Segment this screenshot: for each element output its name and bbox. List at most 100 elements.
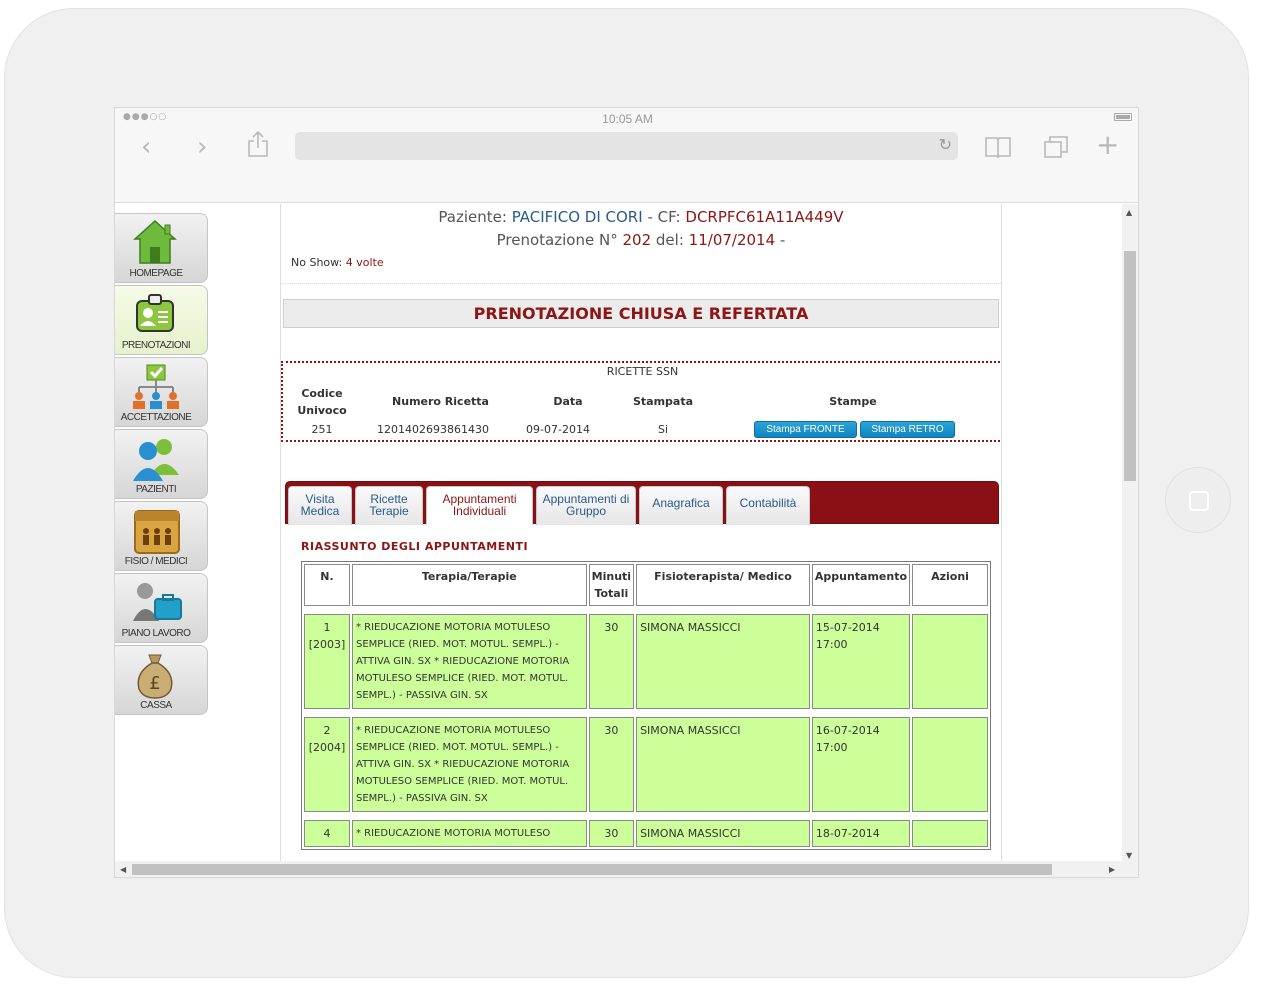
header-data: Data [553, 395, 583, 408]
ricette-title: RICETTE SSN [606, 365, 679, 378]
actions-cell[interactable] [912, 717, 988, 812]
menu-prenotazioni[interactable]: PRENOTAZIONI [115, 285, 208, 355]
menu-piano-lavoro[interactable]: PIANO LAVORO [115, 573, 208, 643]
menu-accettazione[interactable]: ACCETTAZIONE [115, 357, 208, 427]
svg-text:£: £ [149, 673, 160, 694]
patient-header: Paziente: PACIFICO DI CORI - CF: DCRPFC6… [281, 204, 1001, 252]
data-value: 09-07-2014 [526, 423, 590, 436]
prenotazione-label: Prenotazione N° [496, 231, 618, 249]
appointment-time: 17:00 [815, 741, 848, 754]
status-banner: PRENOTAZIONE CHIUSA E REFERTATA [283, 299, 999, 328]
menu-fisio-medici[interactable]: FISIO / MEDICI [115, 501, 208, 571]
table-header-row: N. Terapia/Terapie Minuti Totali Fisiote… [304, 564, 988, 606]
money-bag-icon: £ [137, 654, 173, 699]
new-tab-icon[interactable]: + [1096, 130, 1119, 160]
row-number: 2 [323, 724, 331, 737]
menu-pazienti[interactable]: PAZIENTI [115, 429, 208, 499]
scroll-left-icon[interactable]: ◀ [120, 865, 126, 874]
org-chart-icon [133, 364, 179, 409]
therapy-cell: * RIEDUCAZIONE MOTORIA MOTULESO SEMPLICE… [351, 717, 587, 812]
appointments-table: N. Terapia/Terapie Minuti Totali Fisiote… [301, 561, 991, 850]
stampa-retro-button[interactable]: Stampa RETRO [860, 421, 955, 438]
vertical-scrollbar[interactable]: ▲ ▼ [1122, 204, 1138, 864]
therapist-cell: SIMONA MASSICCI [636, 614, 810, 709]
codice-value: 251 [311, 423, 333, 436]
browser-toolbar: ●●●○○ 10:05 AM ‹ › ↻ + [115, 108, 1138, 203]
battery-icon [1114, 113, 1132, 121]
table-row: 4 * RIEDUCAZIONE MOTORIA MOTULESO 30 SIM… [304, 820, 988, 847]
tab-appuntamenti-gruppo[interactable]: Appuntamenti di Gruppo [536, 486, 636, 525]
col-n: N. [304, 564, 350, 606]
row-number-cell: 4 [304, 820, 350, 847]
home-icon [133, 219, 177, 264]
back-icon[interactable]: ‹ [141, 132, 151, 162]
prenotazione-number: 202 [622, 231, 652, 249]
bookmarks-icon[interactable] [985, 135, 1011, 165]
cf-label: - CF: [647, 208, 681, 226]
header-stampata: Stampata [632, 395, 694, 408]
col-terapia: Terapia/Terapie [351, 564, 587, 606]
col-minuti: Minuti Totali [588, 564, 635, 606]
no-show-info: No Show: 4 volte [281, 256, 1001, 284]
home-square-icon [1189, 491, 1209, 511]
appointment-date: 15-07-2014 [815, 621, 880, 634]
therapy-cell: * RIEDUCAZIONE MOTORIA MOTULESO [351, 820, 587, 847]
patient-label: Paziente: [438, 208, 507, 226]
minutes-cell: 30 [588, 717, 635, 812]
row-code: [2003] [308, 638, 346, 651]
share-icon[interactable] [247, 130, 269, 165]
actions-cell[interactable] [912, 614, 988, 709]
appointment-time: 17:00 [815, 638, 848, 651]
actions-cell[interactable] [912, 820, 988, 847]
tab-ricette-terapie[interactable]: Ricette Terapie [355, 486, 423, 525]
col-appuntamento: Appuntamento [811, 564, 911, 606]
appointment-cell: 18-07-2014 [811, 820, 911, 847]
row-number-cell: 2 [2004] [304, 717, 350, 812]
header-dash: - [779, 231, 786, 249]
menu-cassa[interactable]: £ CASSA [115, 645, 208, 715]
scroll-up-icon[interactable]: ▲ [1126, 208, 1132, 217]
appointment-cell: 15-07-2014 17:00 [811, 614, 911, 709]
tablet-screen: ●●●○○ 10:05 AM ‹ › ↻ + HOMEPAGE PRENOTAZ… [114, 107, 1139, 878]
row-number-cell: 1 [2003] [304, 614, 350, 709]
menu-label: PIANO LAVORO [121, 628, 191, 639]
patient-name: PACIFICO DI CORI [511, 208, 643, 226]
menu-label: ACCETTAZIONE [120, 412, 192, 423]
tab-appuntamenti-individuali[interactable]: Appuntamenti Individuali [426, 486, 533, 525]
ricette-ssn-box: RICETTE SSN Codice Univoco Numero Ricett… [281, 361, 1001, 442]
scroll-right-icon[interactable]: ▶ [1109, 865, 1115, 874]
menu-homepage[interactable]: HOMEPAGE [115, 213, 208, 283]
tab-bar: Visita Medica Ricette Terapie Appuntamen… [285, 481, 999, 525]
status-clock: 10:05 AM [602, 112, 653, 126]
therapist-cell: SIMONA MASSICCI [636, 820, 810, 847]
tab-visita-medica[interactable]: Visita Medica [288, 486, 352, 525]
staff-icon [134, 510, 180, 554]
horizontal-scrollbar[interactable]: ◀ ▶ [115, 861, 1138, 877]
address-bar[interactable]: ↻ [295, 132, 958, 160]
forward-icon[interactable]: › [197, 132, 207, 162]
date-label: del: [655, 231, 684, 249]
minutes-cell: 30 [588, 820, 635, 847]
therapist-cell: SIMONA MASSICCI [636, 717, 810, 812]
reload-icon[interactable]: ↻ [939, 135, 952, 154]
patients-icon [133, 439, 179, 481]
menu-label: HOMEPAGE [129, 268, 183, 279]
tablet-home-button[interactable] [1165, 467, 1231, 533]
stampa-fronte-button[interactable]: Stampa FRONTE [754, 421, 857, 438]
header-codice-univoco: Codice Univoco [297, 387, 347, 417]
tabs-icon[interactable] [1043, 135, 1069, 166]
page-content: Paziente: PACIFICO DI CORI - CF: DCRPFC6… [280, 204, 1002, 864]
briefcase-icon [133, 583, 182, 621]
row-number: 4 [323, 827, 331, 840]
menu-label: PRENOTAZIONI [121, 340, 191, 351]
menu-label: PAZIENTI [135, 484, 177, 495]
tab-anagrafica[interactable]: Anagrafica [639, 486, 723, 525]
scroll-down-icon[interactable]: ▼ [1126, 851, 1132, 860]
table-row: 1 [2003] * RIEDUCAZIONE MOTORIA MOTULESO … [304, 614, 988, 709]
cf-value: DCRPFC61A11A449V [685, 208, 844, 226]
col-fisio: Fisioterapista/ Medico [636, 564, 810, 606]
horizontal-scroll-thumb[interactable] [132, 864, 1052, 875]
table-row: 2 [2004] * RIEDUCAZIONE MOTORIA MOTULESO … [304, 717, 988, 812]
tab-contabilita[interactable]: Contabilità [726, 486, 810, 525]
vertical-scroll-thumb[interactable] [1124, 251, 1136, 481]
